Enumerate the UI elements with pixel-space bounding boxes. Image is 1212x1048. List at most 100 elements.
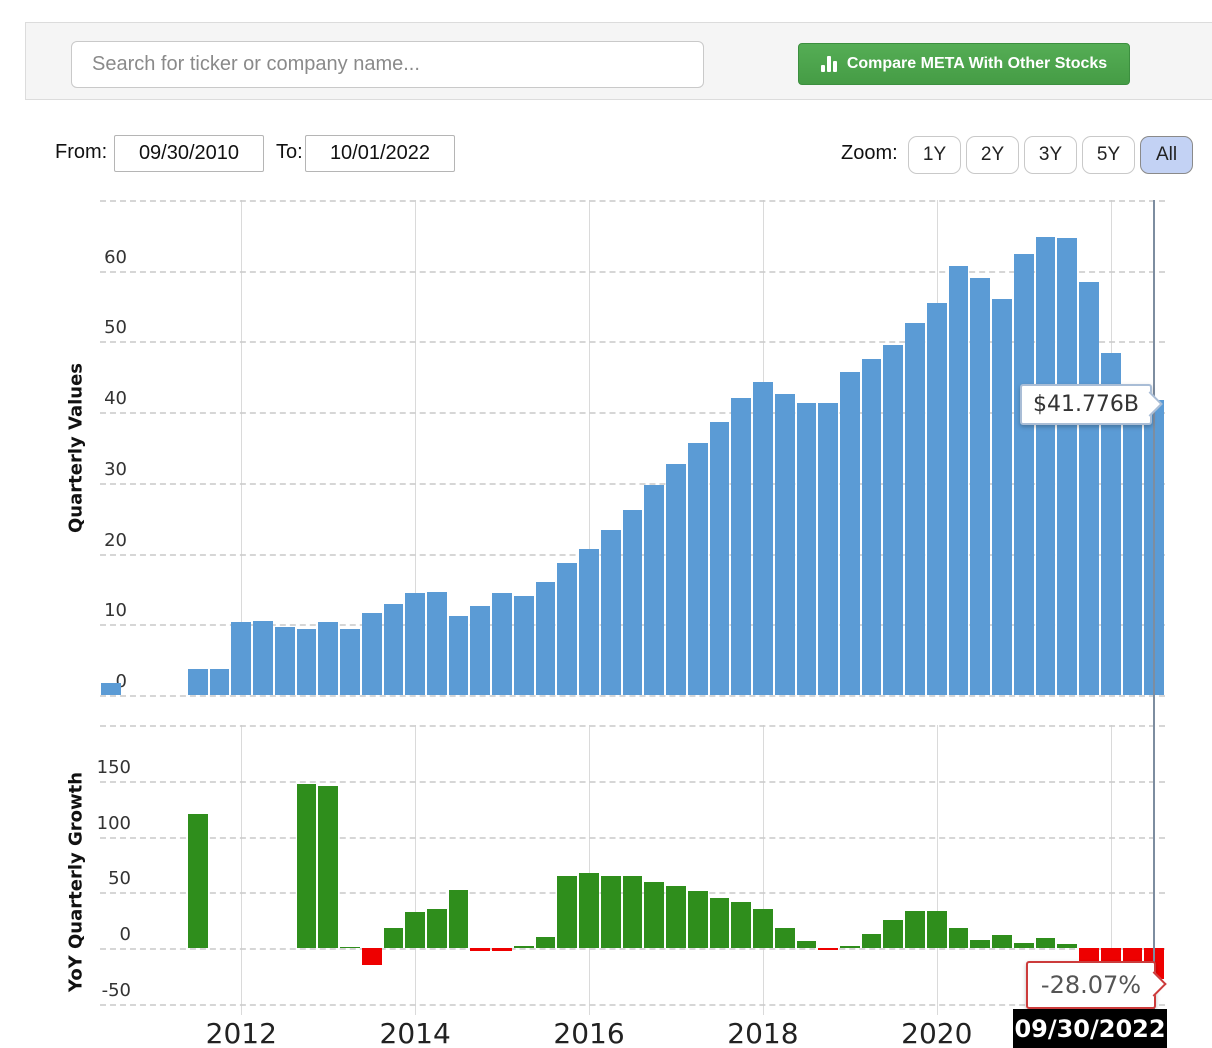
zoom-button-2y[interactable]: 2Y [966,136,1019,174]
from-date-input[interactable] [114,135,264,172]
quarterly-value-bar[interactable] [970,278,990,695]
quarterly-value-bar[interactable] [753,382,773,695]
growth-bar[interactable] [949,928,969,948]
quarterly-value-bar[interactable] [188,669,208,695]
quarterly-value-bar[interactable] [536,582,556,695]
quarterly-value-bar[interactable] [470,606,490,695]
growth-bar[interactable] [362,948,382,965]
growth-bar[interactable] [927,911,947,948]
quarterly-value-bar[interactable] [710,422,730,695]
quarterly-value-bar[interactable] [1079,282,1099,695]
quarterly-value-bar[interactable] [210,669,230,695]
quarterly-value-bar[interactable] [384,604,404,695]
zoom-button-3y[interactable]: 3Y [1024,136,1077,174]
growth-bar[interactable] [492,948,512,951]
quarterly-value-bar[interactable] [644,485,664,695]
quarterly-value-bar[interactable] [731,398,751,695]
quarterly-value-bar[interactable] [514,596,534,695]
growth-bar[interactable] [883,920,903,948]
quarterly-value-bar[interactable] [1123,391,1143,695]
growth-bar[interactable] [405,912,425,948]
quarterly-value-bar[interactable] [927,303,947,695]
growth-bar[interactable] [514,946,534,948]
quarterly-value-bar[interactable] [275,627,295,695]
quarterly-value-bar[interactable] [949,266,969,695]
growth-bar[interactable] [601,876,621,949]
quarterly-value-bar[interactable] [253,621,273,695]
year-gridline [763,725,764,1015]
yoy-growth-chart: -50050100150 [100,725,1165,1015]
quarterly-value-bar[interactable] [818,403,838,695]
zoom-button-all[interactable]: All [1140,136,1193,174]
quarterly-value-bar[interactable] [340,629,360,695]
growth-bar[interactable] [470,948,490,951]
growth-bar[interactable] [1057,944,1077,948]
search-input[interactable] [71,41,704,88]
crosshair-date-badge: 09/30/2022 [1013,1009,1167,1048]
growth-bar[interactable] [710,898,730,948]
zoom-button-1y[interactable]: 1Y [908,136,961,174]
y-axis-tick-label: -50 [45,980,131,1002]
growth-bar[interactable] [797,941,817,948]
growth-bar[interactable] [384,928,404,948]
quarterly-value-bar[interactable] [862,359,882,695]
gridline [100,271,1165,273]
growth-bar[interactable] [579,873,599,948]
quarterly-value-bar[interactable] [797,403,817,695]
quarterly-value-bar[interactable] [427,592,447,695]
quarterly-value-bar[interactable] [101,683,121,695]
growth-bar[interactable] [449,890,469,948]
quarterly-value-bar[interactable] [840,372,860,695]
growth-bar[interactable] [992,935,1012,948]
growth-bar[interactable] [688,891,708,948]
growth-bar[interactable] [905,911,925,948]
quarterly-value-bar[interactable] [557,563,577,695]
growth-bar[interactable] [666,886,686,948]
growth-bar[interactable] [1036,938,1056,948]
crosshair-date-text: 09/30/2022 [1014,1015,1165,1043]
growth-bar[interactable] [775,928,795,948]
quarterly-value-bar[interactable] [297,629,317,695]
growth-bar[interactable] [970,940,990,948]
quarterly-value-bar[interactable] [905,323,925,695]
growth-bar[interactable] [818,948,838,950]
growth-bar[interactable] [188,814,208,948]
zoom-button-5y[interactable]: 5Y [1082,136,1135,174]
growth-bar[interactable] [536,937,556,948]
growth-bar[interactable] [1014,943,1034,949]
growth-bar[interactable] [318,786,338,948]
quarterly-value-bar[interactable] [492,593,512,695]
growth-bar[interactable] [297,784,317,948]
growth-bar[interactable] [623,876,643,949]
growth-bar[interactable] [753,909,773,948]
quarterly-value-bar[interactable] [601,530,621,695]
quarterly-value-bar[interactable] [688,443,708,695]
quarterly-value-bar[interactable] [1057,238,1077,695]
quarterly-value-bar[interactable] [405,593,425,695]
quarterly-value-bar[interactable] [883,345,903,695]
compare-stocks-button[interactable]: Compare META With Other Stocks [798,43,1130,85]
y-axis-tick-label: 20 [45,530,127,552]
quarterly-value-bar[interactable] [318,622,338,695]
quarterly-value-bar[interactable] [666,464,686,695]
quarterly-value-bar[interactable] [623,510,643,695]
quarterly-value-bar[interactable] [579,549,599,695]
quarterly-value-bar[interactable] [362,613,382,695]
quarterly-value-bar[interactable] [992,299,1012,695]
quarterly-value-bar[interactable] [231,622,251,695]
to-date-input[interactable] [305,135,455,172]
growth-bar[interactable] [340,947,360,949]
growth-tooltip: -28.07% [1026,961,1156,1009]
growth-bar[interactable] [557,876,577,949]
y-axis-tick-label: 100 [45,813,131,835]
growth-bar[interactable] [862,934,882,949]
quarterly-value-bar[interactable] [1036,237,1056,695]
growth-bar[interactable] [840,946,860,948]
growth-bar[interactable] [427,909,447,948]
growth-bar[interactable] [644,882,664,948]
y-axis-tick-label: 40 [45,388,127,410]
quarterly-value-bar[interactable] [775,394,795,695]
quarterly-value-bar[interactable] [1014,254,1034,695]
growth-bar[interactable] [731,902,751,948]
quarterly-value-bar[interactable] [449,616,469,695]
